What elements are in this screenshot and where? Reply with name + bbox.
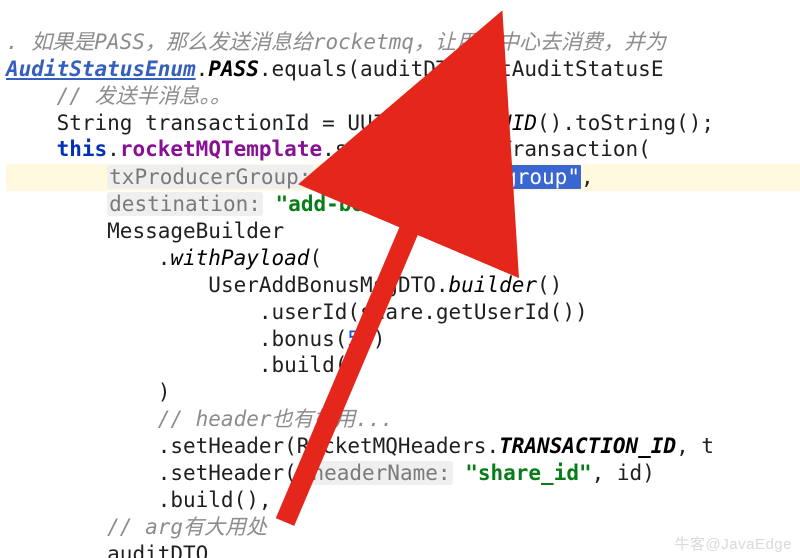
static-method-withpayload: withPayload — [170, 246, 309, 270]
comment-line-1: . 如果是PASS，那么发送消息给rocketmq，让用户中心去消费，并为 — [6, 30, 666, 54]
comment-line-3: // header也有妙用... — [158, 407, 394, 431]
code-line: ) — [6, 380, 170, 404]
code-line: String transactionId = UUID.randomUUID()… — [6, 111, 714, 135]
code-text: String transactionId = UUID. — [57, 111, 411, 135]
static-method-builder: builder — [449, 273, 538, 297]
code-text: auditDTO — [107, 542, 208, 558]
enum-value-pass: PASS — [208, 57, 259, 81]
code-text: .setHeader( — [158, 461, 297, 485]
param-hint-headername: headerName: — [309, 461, 452, 485]
code-text: .build() — [259, 353, 360, 377]
param-hint-txproducergroup: txProducerGroup: — [107, 165, 313, 189]
code-line: // arg有大用处 — [6, 515, 267, 539]
highlight-line: txProducerGroup: "tx-add-bonus-group", — [6, 164, 800, 191]
comment-line-2: // 发送半消息。。 — [57, 84, 231, 108]
selected-string[interactable]: "tx-add-bonus-group" — [326, 165, 581, 189]
code-line: .bonus(50) — [6, 327, 385, 351]
code-text: share — [360, 300, 423, 324]
code-editor-block[interactable]: . 如果是PASS，那么发送消息给rocketmq，让用户中心去消费，并为 Au… — [0, 0, 800, 558]
string-literal-shareid: "share_id" — [465, 461, 591, 485]
code-text: , id) — [592, 461, 655, 485]
code-line: .build(), — [6, 488, 272, 512]
code-text: . — [158, 246, 171, 270]
code-text: .getUserId()) — [423, 300, 587, 324]
code-text: .userId( — [259, 300, 360, 324]
code-text: ) — [158, 380, 171, 404]
code-text: .equals(auditDTO.getAuditStatusE — [259, 57, 664, 81]
code-line: .setHeader( headerName: "share_id", id) — [6, 461, 655, 485]
keyword-this: this — [57, 137, 108, 161]
code-line: MessageBuilder — [6, 219, 284, 243]
static-method-randomuuid: randomUUID — [411, 111, 537, 135]
code-text: , t — [676, 434, 714, 458]
code-line: // 发送半消息。。 — [6, 84, 231, 108]
code-line: UserAddBonusMsgDTO.builder() — [6, 273, 562, 297]
code-text: .sendMessageInTransaction( — [322, 137, 651, 161]
code-line: . 如果是PASS，那么发送消息给rocketmq，让用户中心去消费，并为 — [6, 30, 666, 54]
field-rocketmqtemplate: rocketMQTemplate — [120, 137, 322, 161]
code-text: .setHeader(RocketMQHeaders. — [158, 434, 499, 458]
comment-line-4: // arg有大用处 — [107, 515, 267, 539]
code-line: .build() — [6, 353, 360, 377]
code-line: // header也有妙用... — [6, 407, 393, 431]
code-text: .build(), — [158, 488, 272, 512]
code-line: .withPayload( — [6, 246, 322, 270]
code-text: ( — [309, 246, 322, 270]
param-hint-destination: destination: — [107, 192, 263, 216]
code-line: auditDTO — [6, 542, 208, 558]
constant-transaction-id: TRANSACTION_ID — [499, 434, 676, 458]
string-literal-addbonus: "add-bonus" — [276, 192, 415, 216]
code-text: ().toString(); — [537, 111, 714, 135]
code-text: UserAddBonusMsgDTO. — [208, 273, 448, 297]
code-text: .bonus( — [259, 327, 348, 351]
number-literal: 50 — [347, 327, 372, 351]
enum-link[interactable]: AuditStatusEnum — [6, 57, 196, 81]
code-line: AuditStatusEnum.PASS.equals(auditDTO.get… — [6, 57, 663, 81]
code-text: MessageBuilder — [107, 219, 284, 243]
code-text: () — [537, 273, 562, 297]
code-text: ) — [373, 327, 386, 351]
code-line: .setHeader(RocketMQHeaders.TRANSACTION_I… — [6, 434, 714, 458]
code-line: this.rocketMQTemplate.sendMessageInTrans… — [6, 137, 651, 161]
code-line: .userId(share.getUserId()) — [6, 300, 588, 324]
code-line: destination: "add-bonus", — [6, 192, 427, 216]
